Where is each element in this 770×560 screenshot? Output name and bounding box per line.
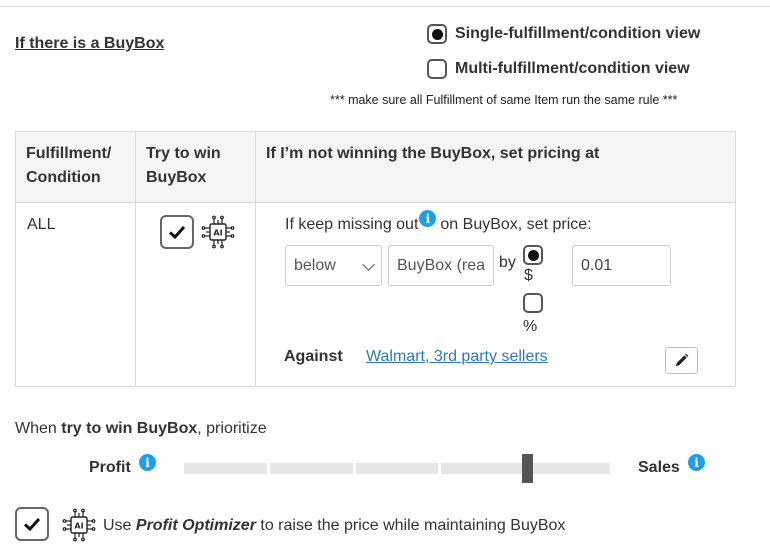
multi-view-option[interactable]: Multi-fulfillment/condition view	[427, 59, 690, 79]
header-fulfillment: Fulfillment/ Condition	[15, 131, 136, 203]
try-to-win-cell: AI	[135, 202, 256, 387]
priority-slider-handle[interactable]	[522, 454, 533, 483]
multi-view-label: Multi-fulfillment/condition view	[455, 60, 690, 77]
checkmark-icon	[23, 517, 41, 532]
single-view-option[interactable]: Single-fulfillment/condition view	[427, 24, 700, 44]
profit-optimizer-checkbox[interactable]	[15, 507, 49, 541]
unit-percent-radio[interactable]	[523, 293, 543, 313]
multi-view-radio[interactable]	[427, 59, 447, 79]
profit-optimizer-text: Use Profit Optimizer to raise the price …	[103, 517, 565, 535]
against-label: Against	[284, 348, 343, 365]
same-rule-note: *** make sure all Fulfillment of same It…	[330, 93, 678, 107]
buybox-section-title: If there is a BuyBox	[15, 35, 165, 52]
missing-out-suffix: on BuyBox, set price:	[440, 216, 592, 233]
amount-input[interactable]: 0.01	[572, 245, 671, 286]
prioritize-text: When try to win BuyBox, prioritize	[15, 420, 267, 438]
ai-chip-svg: AI	[201, 215, 235, 249]
header-try-to-win: Try to win BuyBox	[135, 131, 256, 203]
rules-table: Fulfillment/ Condition Try to win BuyBox…	[15, 131, 736, 387]
optimizer-text-after: to raise the price while maintaining Buy…	[255, 517, 566, 534]
slider-segment[interactable]	[184, 463, 267, 474]
edit-button[interactable]	[665, 347, 698, 374]
ai-chip-svg: AI	[62, 508, 96, 542]
fulfillment-cell: ALL	[15, 202, 136, 387]
slider-segment[interactable]	[441, 463, 524, 474]
by-label: by	[499, 254, 516, 271]
slider-segment[interactable]	[356, 463, 438, 474]
unit-dollar-radio[interactable]	[523, 245, 543, 265]
ai-chip-icon: AI	[201, 215, 235, 254]
against-sellers-link[interactable]: Walmart, 3rd party sellers	[366, 348, 548, 366]
fulfillment-value: ALL	[27, 216, 56, 233]
try-to-win-checkbox[interactable]	[160, 215, 194, 249]
prioritize-prefix: When	[15, 420, 62, 437]
slider-segment[interactable]	[527, 463, 610, 474]
profit-label: Profit	[89, 459, 131, 476]
direction-select-value: below	[294, 256, 336, 274]
single-view-radio[interactable]	[427, 24, 447, 44]
prioritize-suffix: , prioritize	[197, 420, 267, 437]
prioritize-bold: try to win BuyBox	[61, 420, 198, 437]
chevron-down-icon	[362, 258, 375, 271]
optimizer-text-before: Use	[103, 517, 136, 534]
header-pricing: If I’m not winning the BuyBox, set prici…	[255, 131, 736, 203]
sales-info-icon[interactable]: i	[688, 454, 705, 471]
sales-label: Sales	[638, 459, 680, 476]
info-icon[interactable]: i	[419, 210, 437, 227]
optimizer-text-bold: Profit Optimizer	[135, 517, 256, 534]
missing-out-text: If keep missing out i on BuyBox, set pri…	[285, 210, 592, 234]
table-row: ALL AI If keep missing out i on BuyBox, …	[15, 202, 736, 387]
svg-text:AI: AI	[74, 522, 83, 531]
checkmark-icon	[168, 225, 186, 240]
unit-percent-label: %	[523, 318, 538, 335]
profit-info-icon[interactable]: i	[139, 454, 156, 471]
pencil-icon	[675, 353, 689, 367]
svg-text:AI: AI	[213, 229, 222, 238]
amount-input-value: 0.01	[581, 256, 613, 274]
direction-select[interactable]: below	[285, 245, 382, 286]
reference-select-value: BuyBox (rea	[397, 256, 486, 274]
top-divider	[0, 6, 770, 7]
pricing-cell: If keep missing out i on BuyBox, set pri…	[255, 202, 736, 387]
slider-segment[interactable]	[270, 463, 353, 474]
reference-select[interactable]: BuyBox (rea	[388, 245, 494, 286]
unit-dollar-label: $	[524, 267, 533, 284]
table-header-row: Fulfillment/ Condition Try to win BuyBox…	[15, 131, 736, 203]
missing-out-prefix: If keep missing out	[285, 216, 419, 233]
single-view-label: Single-fulfillment/condition view	[455, 25, 701, 42]
ai-chip-icon: AI	[62, 508, 96, 547]
